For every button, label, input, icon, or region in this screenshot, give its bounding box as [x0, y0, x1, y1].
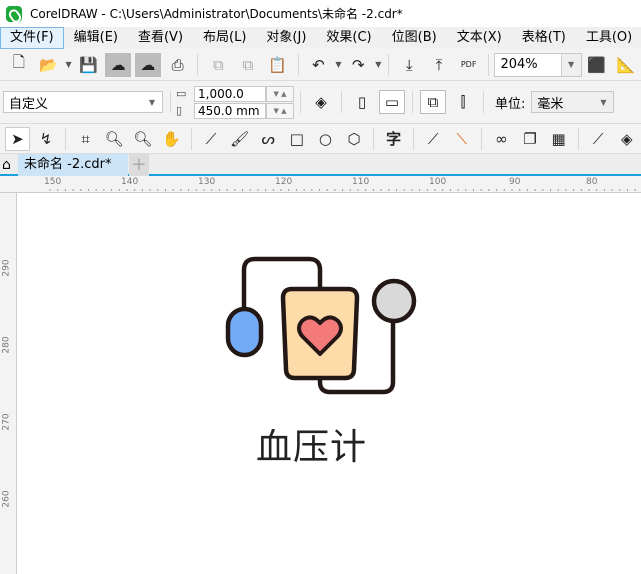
bulb — [225, 306, 264, 358]
artwork-text[interactable]: 血压计 — [256, 418, 367, 470]
blood-pressure-monitor-artwork[interactable] — [0, 0, 641, 574]
gauge — [371, 278, 417, 324]
